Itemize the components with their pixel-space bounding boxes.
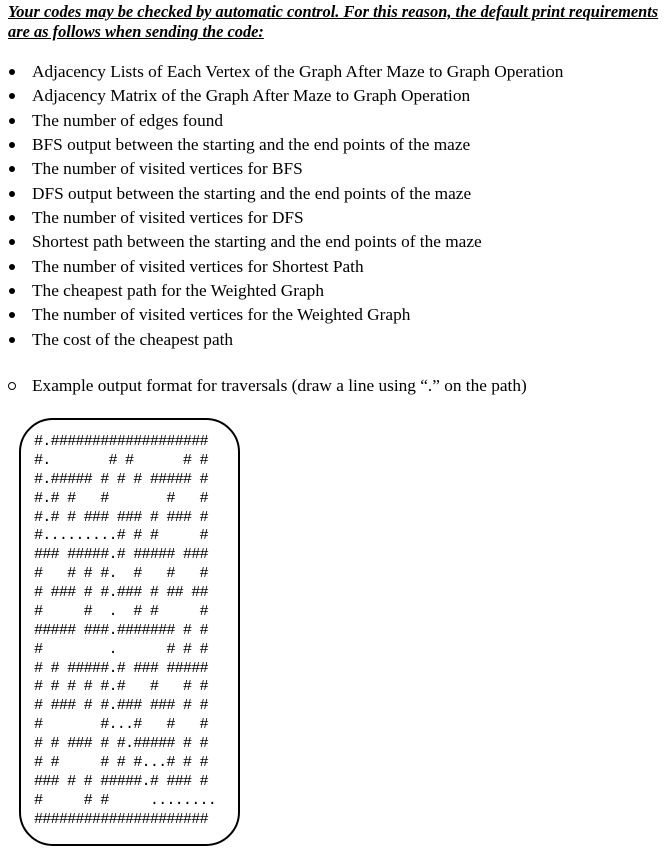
requirements-list: Adjacency Lists of Each Vertex of the Gr… <box>0 60 563 352</box>
list-item: The number of visited vertices for DFS <box>0 206 563 230</box>
list-item: The number of visited vertices for Short… <box>0 255 563 279</box>
maze-row: ##### ###.####### # # <box>34 620 209 639</box>
bullet-icon <box>9 215 15 222</box>
bullet-icon <box>9 239 15 246</box>
maze-row: #.# # # # # <box>34 488 209 507</box>
maze-row: ##################### <box>34 809 209 828</box>
maze-output: #.################### #. # # # # #.#####… <box>34 432 217 828</box>
bullet-icon <box>9 288 15 295</box>
list-item: Adjacency Lists of Each Vertex of the Gr… <box>0 60 563 84</box>
maze-row: ### #####.# ##### ### <box>34 545 209 564</box>
example-output-intro: Example output format for traversals (dr… <box>0 374 527 398</box>
maze-row: #.################### <box>34 432 209 450</box>
list-item: Shortest path between the starting and t… <box>0 230 563 254</box>
list-item: The number of visited vertices for the W… <box>0 303 563 327</box>
list-item: The number of visited vertices for BFS <box>0 157 563 181</box>
maze-row: # # # # #...# # # <box>34 752 209 771</box>
maze-row: # #...# # # <box>34 715 209 734</box>
bullet-icon <box>9 69 15 75</box>
circle-bullet-icon <box>8 382 16 390</box>
maze-row: #.# # ### ### # ### # <box>34 507 209 526</box>
maze-row: # # . # # # <box>34 601 209 620</box>
bullet-icon <box>9 117 15 124</box>
maze-row: # ### # #.### # ## ## <box>34 583 209 601</box>
maze-row: #.........# # # # <box>34 526 209 545</box>
list-item: DFS output between the starting and the … <box>0 182 563 206</box>
bullet-icon <box>9 190 15 197</box>
bullet-icon <box>9 312 15 319</box>
bullet-icon <box>9 263 15 270</box>
bullet-icon <box>9 336 15 343</box>
list-item: The number of edges found <box>0 109 563 133</box>
maze-row: # # #####.# ### ##### <box>34 658 209 677</box>
list-item: BFS output between the starting and the … <box>0 133 563 157</box>
maze-row: # # ### # #.##### # # <box>34 734 209 752</box>
maze-row: # # # ........ <box>34 790 217 809</box>
maze-row: # # # # #.# # # # <box>34 677 209 696</box>
bullet-icon <box>9 142 15 149</box>
list-item: The cheapest path for the Weighted Graph <box>0 279 563 303</box>
bullet-icon <box>9 93 15 100</box>
list-item: The cost of the cheapest path <box>0 328 563 352</box>
maze-row: # ### # #.### ### # # <box>34 696 209 715</box>
maze-row: # # # #. # # # <box>34 564 209 583</box>
maze-row: #. # # # # <box>34 450 209 469</box>
bullet-icon <box>9 166 15 173</box>
maze-row: ### # # #####.# ### # <box>34 771 209 790</box>
print-requirements-note: Your codes may be checked by automatic c… <box>8 2 659 41</box>
maze-row: #.##### # # # ##### # <box>34 469 209 488</box>
list-item: Adjacency Matrix of the Graph After Maze… <box>0 84 563 108</box>
maze-row: # . # # # <box>34 639 209 658</box>
